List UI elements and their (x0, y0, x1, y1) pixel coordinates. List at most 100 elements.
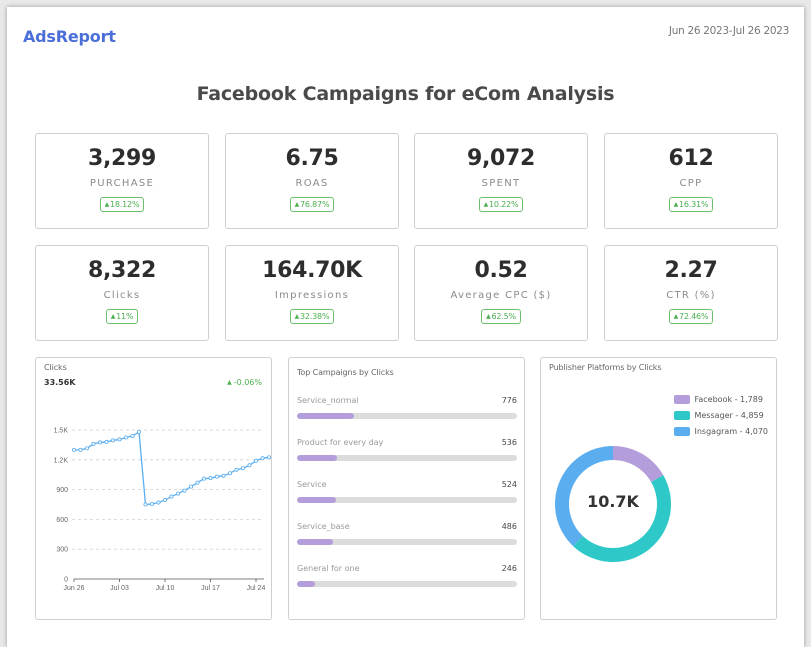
campaign-bar-fill (297, 497, 336, 503)
kpi-label: SPENT (481, 178, 521, 189)
campaign-value: 524 (501, 480, 517, 489)
kpi-label: CTR (%) (666, 290, 716, 301)
kpi-label: PURCHASE (89, 178, 155, 189)
campaign-name: Service (297, 480, 327, 489)
kpi-change-value: 62.5% (491, 312, 517, 321)
campaign-row: Product for every day 536 (297, 438, 517, 468)
data-point[interactable] (124, 435, 129, 440)
y-tick-label: 300 (56, 547, 68, 554)
kpi-change-value: 16.31% (679, 200, 709, 209)
data-point[interactable] (221, 473, 226, 478)
campaign-row: Service_base 486 (297, 522, 517, 552)
data-point[interactable] (117, 437, 122, 442)
brand-logo: AdsReport (23, 27, 116, 46)
data-point[interactable] (201, 476, 206, 481)
kpi-label: Clicks (103, 290, 141, 301)
data-point[interactable] (260, 456, 265, 461)
kpi-value: 8,322 (87, 258, 157, 283)
campaign-bar-track (297, 539, 517, 545)
y-tick-label: 900 (56, 487, 68, 494)
data-point[interactable] (195, 480, 200, 485)
data-point[interactable] (188, 484, 193, 489)
kpi-card: 6.75 ROAS ▲76.87% (225, 133, 399, 229)
data-point[interactable] (240, 466, 245, 471)
clicks-line-chart: 0 300 600 900 1.2K 1.5K Jun 26 Jul 03 Jul 10 Jul … (54, 428, 271, 592)
data-point[interactable] (247, 463, 252, 468)
x-tick-label: Jul 24 (247, 585, 266, 592)
campaign-bar-fill (297, 413, 355, 419)
kpi-change-value: 18.12% (110, 200, 140, 209)
data-point[interactable] (214, 474, 219, 479)
data-point[interactable] (234, 467, 239, 472)
kpi-value: 612 (668, 146, 714, 171)
kpi-label: ROAS (295, 178, 329, 189)
kpi-change-badge: ▲62.5% (481, 309, 521, 324)
campaign-bar-track (297, 581, 517, 587)
kpi-card: 9,072 SPENT ▲10.22% (414, 133, 588, 229)
clicks-chart-panel: Clicks 33.56K ▲ -0.06% 0 300 600 900 1.2K 1.5K… (35, 357, 272, 620)
kpi-card: 164.70K Impressions ▲32.38% (225, 245, 399, 341)
data-point[interactable] (227, 471, 232, 476)
data-point[interactable] (156, 500, 161, 505)
donut-center-label: 10.7K (587, 492, 639, 511)
kpi-card: 8,322 Clicks ▲11% (35, 245, 209, 341)
kpi-card: 0.52 Average CPC ($) ▲62.5% (414, 245, 588, 341)
data-point[interactable] (143, 502, 148, 507)
top-campaigns-panel: Top Campaigns by Clicks Service_normal 77… (288, 357, 525, 620)
data-point[interactable] (182, 488, 187, 493)
data-point[interactable] (104, 439, 109, 444)
data-point[interactable] (85, 446, 90, 451)
donut-slice-messager[interactable] (573, 475, 671, 562)
kpi-value: 2.27 (664, 258, 718, 283)
campaign-bar-fill (297, 455, 337, 461)
campaign-bar-track (297, 497, 517, 503)
campaign-name: Service_normal (297, 396, 359, 405)
data-point[interactable] (98, 440, 103, 445)
y-tick-label: 1.2K (54, 457, 69, 464)
kpi-label: Average CPC ($) (450, 290, 552, 301)
data-point[interactable] (150, 502, 155, 507)
data-point[interactable] (163, 498, 168, 503)
triangle-up-icon: ▲ (673, 201, 679, 208)
kpi-value: 164.70K (262, 258, 362, 283)
x-tick-label: Jul 17 (201, 585, 220, 592)
kpi-change-badge: ▲76.87% (289, 197, 335, 212)
triangle-up-icon: ▲ (104, 201, 110, 208)
data-point[interactable] (175, 491, 180, 496)
kpi-change-badge: ▲16.31% (668, 197, 714, 212)
campaign-name: Product for every day (297, 438, 384, 447)
donut-slice-facebook[interactable] (613, 446, 664, 483)
page-title: Facebook Campaigns for eCom Analysis (196, 83, 615, 105)
kpi-change-value: 76.87% (300, 200, 330, 209)
data-point[interactable] (111, 438, 116, 443)
kpi-value: 3,299 (87, 146, 157, 171)
campaign-row: Service_normal 776 (297, 396, 517, 426)
data-point[interactable] (169, 494, 174, 499)
campaign-value: 776 (501, 396, 517, 405)
triangle-up-icon: ▲ (294, 201, 300, 208)
kpi-card: 2.27 CTR (%) ▲72.46% (604, 245, 778, 341)
campaign-name: Service_base (297, 522, 350, 531)
kpi-card: 612 CPP ▲16.31% (604, 133, 778, 229)
kpi-label: CPP (679, 178, 703, 189)
data-point[interactable] (253, 458, 258, 463)
report-page: AdsReport Jun 26 2023-Jul 26 2023 Facebo… (7, 7, 804, 647)
data-point[interactable] (130, 433, 135, 438)
data-point[interactable] (72, 447, 77, 452)
campaign-bar-fill (297, 539, 333, 545)
x-tick-label: Jul 03 (110, 585, 129, 592)
kpi-value: 6.75 (285, 146, 339, 171)
campaign-name: General for one (297, 564, 360, 573)
kpi-change-value: 32.38% (300, 312, 330, 321)
campaign-value: 246 (501, 564, 517, 573)
data-point[interactable] (137, 429, 142, 434)
kpi-change-value: 11% (116, 312, 134, 321)
publisher-platforms-panel: Publisher Platforms by Clicks Facebook -… (540, 357, 777, 620)
data-point[interactable] (91, 441, 96, 446)
clicks-series-line (74, 430, 270, 506)
data-point[interactable] (208, 476, 213, 481)
data-point[interactable] (78, 447, 83, 452)
date-range[interactable]: Jun 26 2023-Jul 26 2023 (669, 25, 789, 37)
data-point[interactable] (266, 455, 271, 460)
campaign-value: 486 (501, 522, 517, 531)
